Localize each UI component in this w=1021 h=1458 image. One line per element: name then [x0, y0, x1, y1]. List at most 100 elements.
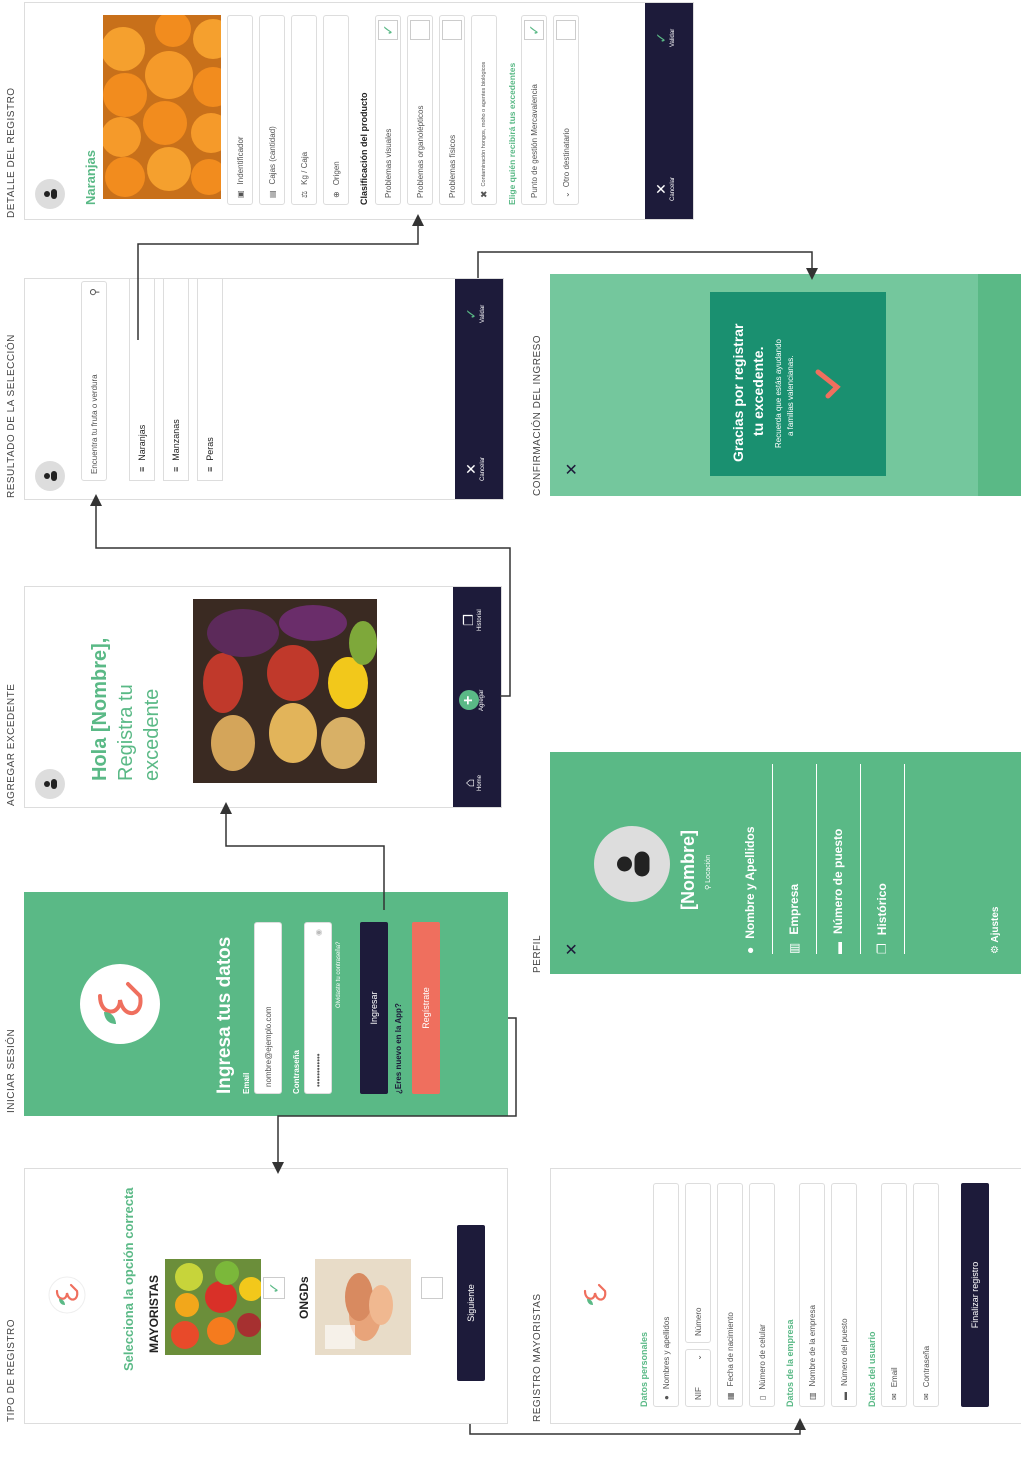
- avatar[interactable]: [35, 769, 65, 799]
- history-icon: ❐: [875, 943, 889, 954]
- menu-icon: ≡: [137, 466, 147, 472]
- password-input[interactable]: •••••••••••• ◉: [304, 922, 332, 1094]
- checkbox-ongds[interactable]: [421, 1277, 443, 1299]
- mayoristas-image[interactable]: [165, 1259, 261, 1355]
- close-icon[interactable]: ✕: [562, 463, 582, 476]
- post-number-field[interactable]: ▬ Número del puesto: [831, 1183, 857, 1407]
- list-item[interactable]: ≡ Peras ×: [197, 278, 223, 481]
- location-label: Locación: [705, 854, 712, 883]
- cancel-label: Cancelar: [670, 176, 676, 201]
- user-data-title: Datos del usuario: [867, 1331, 877, 1407]
- avatar[interactable]: [35, 179, 65, 209]
- checkbox-mayoristas[interactable]: ✓: [263, 1277, 285, 1299]
- ongds-image[interactable]: [315, 1259, 411, 1355]
- password-field[interactable]: ✉ Contraseña: [913, 1183, 939, 1407]
- login-button[interactable]: Ingresar: [360, 922, 388, 1094]
- company-name-field[interactable]: ▥ Nombre de la empresa: [799, 1183, 825, 1407]
- phone-field[interactable]: ▯ Número de celular: [749, 1183, 775, 1407]
- birthdate-field[interactable]: ▦ Fecha de nacimiento: [717, 1183, 743, 1407]
- email-input[interactable]: nombre@ejemplo.com: [254, 922, 282, 1094]
- screen-detalle: Naranjas ▣ Indentificador ▤ Cajas (cantida…: [24, 2, 694, 220]
- list-item[interactable]: ≡ Manzanas ×: [163, 278, 189, 481]
- screen-agregar: Hola [Nombre], Registra tu excedente ⌂ H…: [24, 586, 502, 808]
- next-button[interactable]: Siguiente: [457, 1225, 485, 1381]
- login-title: Ingresa tus datos: [214, 936, 235, 1094]
- nav-add[interactable]: + Agregar: [459, 690, 485, 711]
- class-checkbox[interactable]: ✓: [378, 20, 398, 40]
- calendar-icon: ▦: [725, 1392, 735, 1400]
- profile-menu-post[interactable]: ▬ Número de puesto: [816, 764, 861, 954]
- thanks-line2: tu excedente.: [750, 346, 766, 436]
- email-field[interactable]: ✉ Email: [881, 1183, 907, 1407]
- caption-detalle: DETALLE DEL REGISTRO: [6, 87, 17, 218]
- vegetables-image: [193, 599, 377, 783]
- screen-tipo-registro: Selecciona la opción correcta MAYORISTAS…: [24, 1168, 508, 1424]
- menu-label: Nombre y Apellidos: [743, 826, 757, 939]
- company-data-title: Datos de la empresa: [785, 1319, 795, 1407]
- pin-icon: ⚲: [705, 882, 712, 890]
- building-icon: ▥: [787, 942, 801, 954]
- origin-icon: ⊕: [331, 191, 341, 198]
- validate-button[interactable]: ✓ Validar: [463, 305, 486, 323]
- name-field[interactable]: ● Nombres y apellidos: [653, 1183, 679, 1407]
- dest-item-other[interactable]: ⌄ Otro destinatario: [553, 15, 579, 205]
- nav-history[interactable]: ❐ Historial: [461, 609, 483, 631]
- class-item-organoleptic[interactable]: Problemas organolépticos: [407, 15, 433, 205]
- boxes-field[interactable]: ▤ Cajas (cantidad): [259, 15, 285, 205]
- nav-home[interactable]: ⌂ Home: [461, 775, 483, 791]
- kg-per-box-field[interactable]: ⚖ Kg / Caja: [291, 15, 317, 205]
- profile-avatar[interactable]: [594, 826, 670, 902]
- add-icon: +: [459, 690, 479, 711]
- cancel-button[interactable]: ✕ Cancelar: [463, 457, 486, 481]
- profile-menu-company[interactable]: ▥ Empresa: [772, 764, 817, 954]
- biohazard-icon: ✖: [478, 190, 489, 198]
- class-item-visual[interactable]: Problemas visuales ✓: [375, 15, 401, 205]
- identifier-field[interactable]: ▣ Indentificador: [227, 15, 253, 205]
- profile-name: [Nombre]: [678, 830, 698, 910]
- screen-registro-mayoristas: Datos personales ● Nombres y apellidos NI…: [550, 1168, 1021, 1424]
- kg-placeholder: Kg / Caja: [299, 151, 309, 185]
- validate-button[interactable]: ✓ Validar: [653, 29, 676, 47]
- class-item-physical[interactable]: Problemas físicos: [439, 15, 465, 205]
- profile-menu-history[interactable]: ❐ Histórico: [860, 764, 905, 954]
- cancel-button[interactable]: ✕ Cancelar: [653, 177, 676, 201]
- thanks-line3: Recuerda que estás ayudando: [774, 339, 783, 448]
- password-label: Contraseña: [292, 1049, 301, 1094]
- gear-icon: ⚙: [990, 942, 1001, 954]
- search-input[interactable]: Encuentra tu fruta o verdura ⚲: [81, 281, 107, 481]
- bottom-bar: ✕ Cancelar ✓ Validar: [455, 279, 503, 499]
- dest-checkbox[interactable]: [556, 20, 576, 40]
- finish-register-button[interactable]: Finalizar registro: [961, 1183, 989, 1407]
- personal-data-title: Datos personales: [639, 1331, 649, 1407]
- settings-link[interactable]: ⚙ Ajustes: [990, 907, 1001, 955]
- origin-field[interactable]: ⊕ Origen: [323, 15, 349, 205]
- destination-title: Elige quién recibirá tus excedentes: [507, 62, 517, 205]
- history-icon: ❐: [461, 614, 476, 626]
- forgot-password-link[interactable]: Olvidaste tu contraseña?: [336, 942, 342, 1008]
- avatar[interactable]: [35, 461, 65, 491]
- greeting-line2: Registra tu: [115, 684, 137, 781]
- company-name-placeholder: Nombre de la empresa: [807, 1305, 817, 1387]
- logo-icon: [48, 1276, 86, 1314]
- id-icon: ▣: [235, 190, 245, 198]
- thanks-line4: a familias valencianas.: [786, 355, 795, 436]
- bottom-nav: ⌂ Home + Agregar ❐ Historial: [453, 587, 501, 807]
- close-icon[interactable]: ✕: [562, 943, 582, 956]
- list-item[interactable]: ≡ Naranjas ×: [129, 278, 155, 481]
- profile-menu-name[interactable]: ● Nombre y Apellidos: [728, 764, 773, 954]
- chevron-down-icon: ⌄: [561, 191, 571, 198]
- dest-item-mercavalencia[interactable]: Punto de gestión Mercavalencia ✓: [521, 15, 547, 205]
- doc-number-field[interactable]: Número: [685, 1183, 711, 1343]
- doc-type-select[interactable]: NIF ⌄: [685, 1349, 711, 1407]
- dest-item-label: Otro destinatario: [561, 128, 571, 188]
- flow-canvas: TIPO DE REGISTRO INICIAR SESIÓN AGREGAR …: [0, 0, 1021, 1458]
- class-checkbox[interactable]: [442, 20, 462, 40]
- dest-checkbox[interactable]: ✓: [524, 20, 544, 40]
- eye-icon[interactable]: ◉: [314, 929, 323, 936]
- class-checkbox[interactable]: [410, 20, 430, 40]
- register-button[interactable]: Regístrate: [412, 922, 440, 1094]
- class-item-contamination[interactable]: ✖ Contaminación hongos, moho o agentes b…: [471, 15, 497, 205]
- home-icon: ⌂: [461, 778, 477, 788]
- thanks-line1: Gracias por registrar: [730, 323, 746, 462]
- user-icon: ●: [743, 946, 757, 954]
